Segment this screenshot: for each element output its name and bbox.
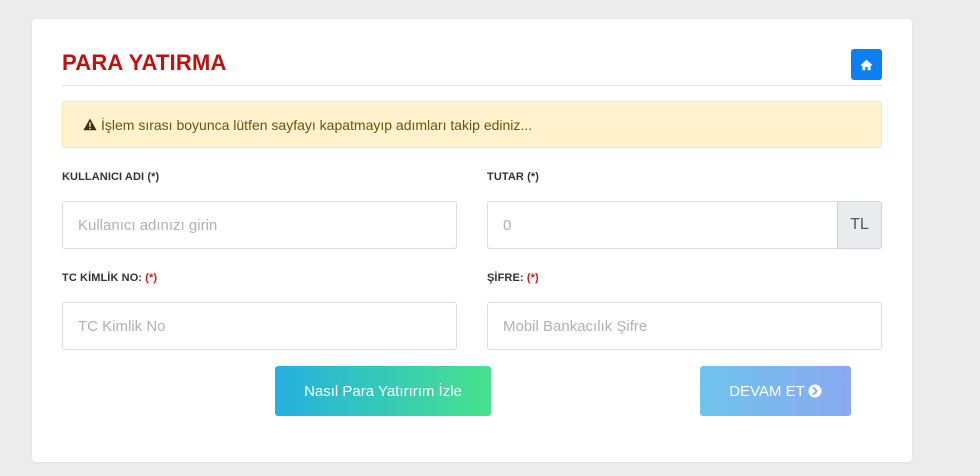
home-button[interactable]: [851, 49, 882, 80]
password-label: ŞİFRE: (*): [487, 272, 539, 284]
password-label-text: ŞİFRE:: [487, 272, 524, 284]
home-icon: [860, 59, 873, 70]
deposit-card: PARA YATIRMA İşlem sırası boyunca lütfen…: [32, 19, 912, 462]
arrow-circle-right-icon: [808, 384, 822, 398]
username-label: KULLANICI ADI (*): [62, 171, 159, 183]
tc-id-input[interactable]: [62, 302, 457, 350]
amount-required-mark: (*): [527, 171, 540, 183]
how-to-deposit-video-label: Nasıl Para Yatırırım İzle: [304, 382, 462, 400]
amount-input[interactable]: [487, 201, 838, 249]
page-title: PARA YATIRMA: [62, 50, 227, 75]
continue-button[interactable]: DEVAM ET: [700, 366, 851, 416]
password-required-mark: (*): [526, 272, 539, 284]
continue-label: DEVAM ET: [729, 382, 805, 400]
tc-id-label-text: TC KİMLİK NO:: [62, 272, 143, 284]
amount-label: TUTAR (*): [487, 171, 539, 183]
warning-icon: [83, 118, 97, 131]
username-required-mark: (*): [147, 171, 160, 183]
password-input[interactable]: [487, 302, 882, 350]
info-alert: İşlem sırası boyunca lütfen sayfayı kapa…: [62, 101, 882, 148]
tc-id-label: TC KİMLİK NO: (*): [62, 272, 157, 284]
alert-text: İşlem sırası boyunca lütfen sayfayı kapa…: [101, 116, 533, 133]
how-to-deposit-video-button[interactable]: Nasıl Para Yatırırım İzle: [275, 366, 491, 416]
amount-label-text: TUTAR: [487, 171, 524, 183]
title-divider: [62, 85, 882, 86]
username-label-text: KULLANICI ADI: [62, 171, 145, 183]
username-input[interactable]: [62, 201, 457, 249]
tc-id-required-mark: (*): [145, 272, 158, 284]
currency-addon: TL: [837, 201, 882, 249]
